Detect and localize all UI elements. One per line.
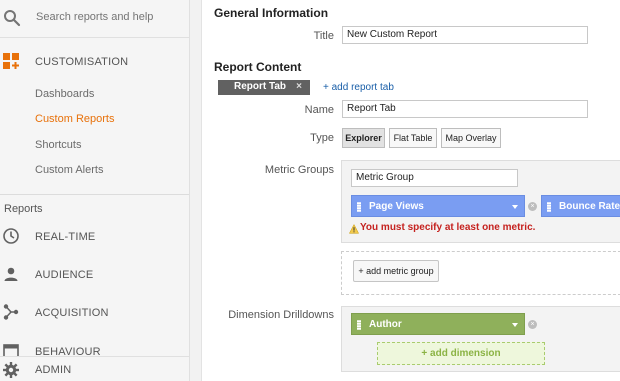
type-flat-table-button[interactable]: Flat Table [389,128,437,148]
report-editor: General Information Title New Custom Rep… [201,0,620,381]
add-report-tab-link[interactable]: + add report tab [323,82,394,93]
sidebar-item-custom-reports[interactable]: Custom Reports [35,113,114,125]
title-input[interactable]: New Custom Report [342,26,588,44]
name-label: Name [304,104,334,116]
customisation-icon [3,53,19,69]
reports-section-label: Reports [4,203,43,215]
report-content-heading: Report Content [214,60,302,74]
chevron-down-icon[interactable] [512,205,518,209]
sidebar-item-label: ADMIN [35,364,72,376]
dimension-chip-label: Author [369,319,402,330]
sidebar-item-label: REAL-TIME [35,231,96,243]
remove-dimension-icon[interactable]: × [528,320,537,329]
sidebar-item-shortcuts[interactable]: Shortcuts [35,139,81,151]
general-information-heading: General Information [214,6,329,20]
metric-group-name-input[interactable]: Metric Group [351,169,518,187]
customisation-header[interactable]: CUSTOMISATION [0,48,189,74]
sidebar-item-acquisition[interactable]: ACQUISITION [0,300,189,326]
drag-handle-icon[interactable] [357,320,361,330]
metric-chip-bounce-rate[interactable]: Bounce Rate [541,195,620,217]
metric-groups-label: Metric Groups [264,164,334,176]
clock-icon [3,228,19,244]
main-area: General Information Title New Custom Rep… [190,0,620,381]
sidebar-item-admin[interactable]: ADMIN [0,356,189,381]
sidebar-item-dashboards[interactable]: Dashboards [35,88,94,100]
drag-handle-icon[interactable] [547,202,551,212]
dimension-drilldowns-label: Dimension Drilldowns [228,309,334,321]
name-input[interactable]: Report Tab [342,100,588,118]
close-tab-icon[interactable]: × [296,81,302,92]
customisation-label: CUSTOMISATION [35,56,129,68]
gear-icon [3,362,19,378]
sidebar-item-real-time[interactable]: REAL-TIME [0,224,189,250]
sidebar-item-label: ACQUISITION [35,307,109,319]
chevron-down-icon[interactable] [512,323,518,327]
sidebar-divider [0,194,189,195]
warning-icon [349,224,359,234]
metric-chip-label: Page Views [369,201,424,212]
report-tab[interactable]: Report Tab × [218,80,310,95]
type-explorer-button[interactable]: Explorer [342,128,385,148]
metric-chip-label: Bounce Rate [559,201,620,212]
search-bar[interactable]: Search reports and help [0,0,189,38]
sidebar: Search reports and help CUSTOMISATION Da… [0,0,190,381]
drag-handle-icon[interactable] [357,202,361,212]
search-icon [4,10,21,27]
dimension-chip-author[interactable]: Author [351,313,525,335]
type-label: Type [310,132,334,144]
metric-chip-page-views[interactable]: Page Views [351,195,525,217]
report-tab-label: Report Tab [234,81,287,92]
add-metric-group-button[interactable]: + add metric group [353,260,439,282]
type-map-overlay-button[interactable]: Map Overlay [441,128,501,148]
sidebar-item-label: AUDIENCE [35,269,94,281]
metric-warning-text: You must specify at least one metric. [360,222,536,233]
acquisition-icon [3,304,19,320]
person-icon [4,267,18,281]
sidebar-item-audience[interactable]: AUDIENCE [0,262,189,288]
remove-metric-icon[interactable]: × [528,202,537,211]
title-label: Title [313,30,334,42]
search-placeholder: Search reports and help [36,11,154,23]
sidebar-item-custom-alerts[interactable]: Custom Alerts [35,164,103,176]
add-dimension-button[interactable]: + add dimension [377,342,545,365]
